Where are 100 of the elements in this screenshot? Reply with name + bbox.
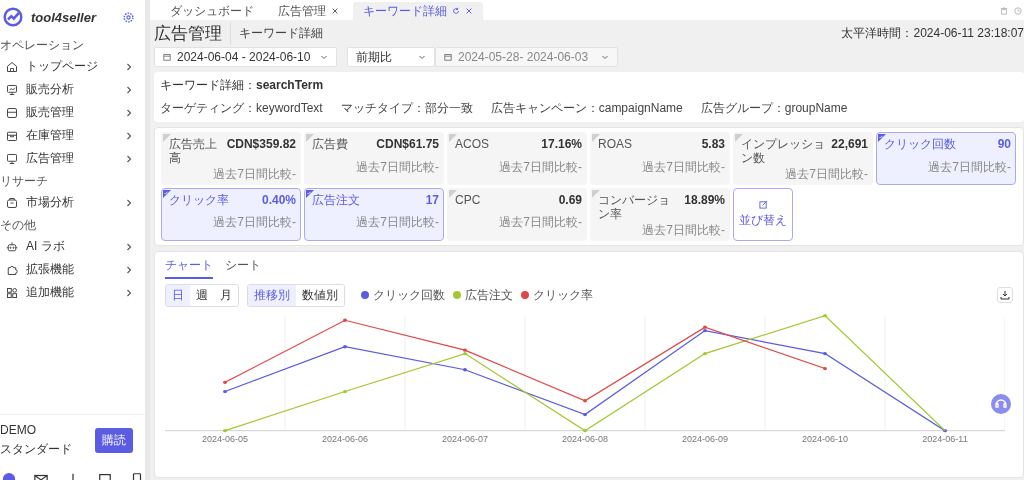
timezone-clock: 太平洋時間：2024-06-11 23:18:07	[841, 24, 1024, 42]
sort-button[interactable]: 並び替え	[733, 187, 793, 241]
keyword-info: 広告グループ：groupName	[700, 100, 848, 117]
chart-tab[interactable]: シート	[225, 256, 261, 279]
home-icon	[6, 60, 18, 73]
chart-tab[interactable]: チャート	[165, 256, 213, 279]
caret-icon	[601, 53, 609, 61]
metric-tile[interactable]: ACOS 17.16% 過去7日間比較-	[447, 132, 587, 185]
metric-label: 広告費	[312, 136, 349, 152]
metric-value: CDN$359.82	[226, 136, 296, 151]
nav-item[interactable]: 拡張機能	[0, 258, 145, 281]
refresh-icon[interactable]	[452, 7, 460, 15]
checkbox-icon[interactable]	[306, 189, 314, 198]
subscribe-button[interactable]: 購読	[95, 428, 133, 453]
chevron-icon	[125, 85, 133, 94]
metric-tile[interactable]: ROAS 5.83 過去7日間比較-	[590, 132, 730, 185]
metric-comparison: 過去7日間比較-	[642, 221, 725, 239]
checkbox-icon[interactable]	[449, 134, 457, 142]
section-title: オペレーション	[0, 37, 85, 54]
calendar-icon	[163, 53, 171, 61]
metric-value: 18.89%	[684, 191, 725, 207]
chevron-icon	[125, 108, 133, 117]
monitor-icon	[6, 152, 18, 165]
checkbox-icon[interactable]	[735, 134, 743, 142]
metric-tile[interactable]: 広告費 CDN$61.75 過去7日間比較-	[304, 132, 444, 185]
axis-label: 2024-06-06	[321, 433, 368, 444]
mode-button[interactable]: 推移別	[248, 284, 296, 306]
metric-label: インプレッション数	[741, 136, 826, 166]
chevron-icon	[125, 242, 133, 251]
page-tab[interactable]: 広告管理	[268, 2, 349, 20]
date-range-picker[interactable]: 2024-06-04 - 2024-06-10	[154, 47, 337, 67]
metric-comparison: 過去7日間比較-	[499, 158, 582, 176]
page-title: 広告管理	[154, 21, 231, 45]
nav-item[interactable]: 販売分析	[0, 78, 145, 101]
headset-icon[interactable]	[991, 393, 1011, 414]
checkbox-icon[interactable]	[592, 134, 600, 142]
bag-icon	[6, 196, 18, 209]
grid-icon	[6, 286, 18, 299]
account-name: DEMO	[0, 423, 37, 437]
metric-tile[interactable]: 広告注文 17 過去7日間比較-	[304, 187, 444, 241]
keyword-info: 広告キャンペーン：campaignName	[490, 100, 683, 117]
metric-tile[interactable]: インプレッション数 22,691 過去7日間比較-	[733, 132, 873, 185]
metric-comparison: 過去7日間比較-	[213, 165, 296, 183]
data-point	[343, 344, 347, 348]
legend-label: 広告注文	[465, 286, 513, 304]
box-icon	[6, 129, 18, 142]
nav-item[interactable]: AI ラボ	[0, 235, 145, 258]
keyword-info: ターゲティング：keywordText	[160, 100, 323, 117]
compare-select[interactable]: 前期比	[347, 47, 435, 67]
metric-label: CPC	[455, 191, 482, 208]
metric-tile[interactable]: クリック回数 90 過去7日間比較-	[876, 132, 1016, 185]
checkbox-icon[interactable]	[449, 189, 457, 198]
caret-icon	[418, 53, 426, 61]
axis-label: 2024-06-11	[922, 433, 968, 444]
metric-tile[interactable]: CPC 0.69 過去7日間比較-	[447, 187, 587, 241]
metric-value: 0.40%	[261, 191, 296, 207]
metric-tile[interactable]: コンバージョン率 18.89% 過去7日間比較-	[590, 187, 730, 241]
chevron-icon	[125, 265, 133, 274]
checkbox-icon[interactable]	[163, 134, 171, 142]
metric-label: ACOS	[455, 136, 490, 152]
data-point	[703, 351, 707, 355]
data-point	[223, 428, 227, 432]
data-point	[343, 318, 347, 322]
metric-value: 5.83	[701, 136, 725, 151]
nav-item[interactable]: 販売管理	[0, 101, 145, 124]
chevron-icon	[125, 288, 133, 297]
logo-icon	[3, 7, 23, 27]
metric-tile[interactable]: クリック率 0.40% 過去7日間比較-	[161, 187, 301, 241]
data-point	[583, 412, 587, 416]
data-point	[223, 380, 227, 384]
metric-comparison: 過去7日間比較-	[356, 214, 439, 232]
nav-item[interactable]: 市場分析	[0, 191, 145, 214]
page-tab[interactable]: キーワード詳細	[353, 2, 483, 20]
checkbox-icon[interactable]	[878, 134, 886, 142]
nav-item[interactable]: 広告管理	[0, 147, 145, 170]
chevron-icon	[125, 62, 133, 71]
metric-value: 17.16%	[541, 136, 582, 151]
edit-icon	[758, 199, 768, 209]
metric-label: 広告売上高	[169, 136, 218, 166]
checkbox-icon[interactable]	[163, 189, 171, 198]
checkbox-icon[interactable]	[592, 189, 600, 198]
nav-item[interactable]: 追加機能	[0, 281, 145, 304]
page-tab[interactable]: ダッシュボード	[160, 2, 264, 20]
period-button[interactable]: 日	[166, 284, 190, 306]
checkbox-icon[interactable]	[306, 134, 314, 142]
metric-tile[interactable]: 広告売上高 CDN$359.82 過去7日間比較-	[161, 132, 301, 185]
metric-value: 90	[997, 136, 1011, 151]
nav-item[interactable]: トップページ	[0, 55, 145, 78]
nav-item[interactable]: 在庫管理	[0, 124, 145, 147]
caret-icon	[320, 53, 328, 61]
data-point	[463, 367, 467, 371]
settings-icon[interactable]	[122, 10, 135, 24]
metric-comparison: 過去7日間比較-	[785, 165, 868, 183]
metric-label: ROAS	[598, 136, 633, 152]
close-icon[interactable]	[465, 7, 473, 15]
plan-name: スタンダード	[0, 441, 72, 458]
download-button[interactable]	[997, 287, 1013, 304]
close-icon[interactable]	[331, 7, 339, 15]
data-point	[823, 313, 827, 317]
data-point	[223, 389, 227, 393]
